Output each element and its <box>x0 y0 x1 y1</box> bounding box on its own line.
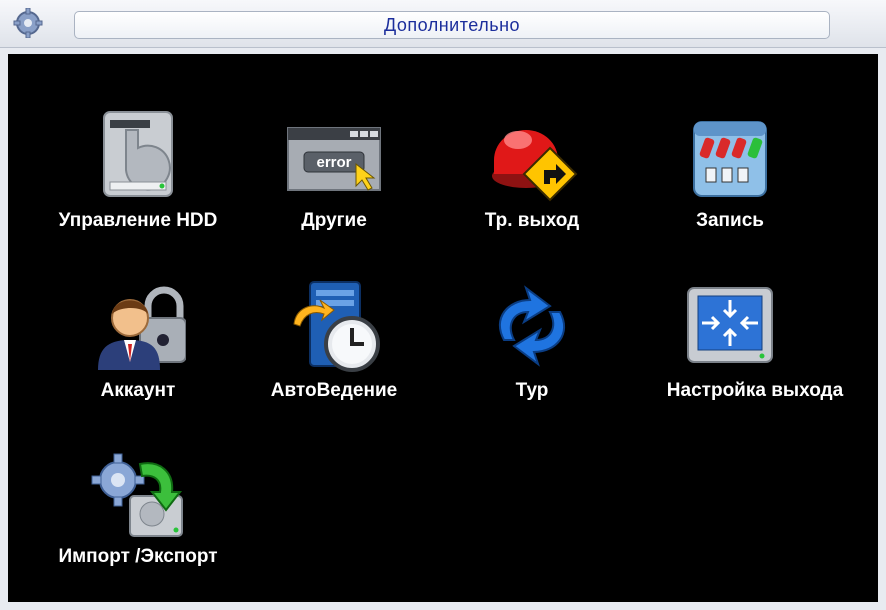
menu-item-hdd-management[interactable]: Управление HDD <box>38 108 238 248</box>
menu-item-label: Тур <box>515 380 549 401</box>
gear-settings-icon <box>13 8 43 38</box>
menu-item-other[interactable]: error Другие <box>234 108 434 248</box>
menu-item-tour[interactable]: Тур <box>432 278 632 418</box>
output-adjust-monitor-icon <box>687 287 773 363</box>
menu-item-record[interactable]: Запись <box>630 108 830 248</box>
menu-item-label: Импорт /Экспорт <box>58 546 218 567</box>
advanced-menu-window: Дополнительно Управление HDD error Други… <box>0 0 886 610</box>
menu-item-label: Настройка выхода <box>666 380 844 401</box>
account-lock-icon <box>98 286 186 370</box>
menu-item-label: Запись <box>696 210 764 231</box>
menu-item-account[interactable]: Аккаунт <box>38 278 238 418</box>
hard-drive-icon <box>103 111 173 197</box>
menu-item-output-adjust[interactable]: Настройка выхода <box>630 278 843 418</box>
import-export-icon <box>91 453 183 537</box>
menu-panel: Управление HDD error Другие Тр. выход За… <box>8 54 878 602</box>
tour-rotate-icon <box>498 285 566 367</box>
alarm-output-icon <box>492 130 578 202</box>
title-bar: Дополнительно <box>0 0 886 48</box>
window-title: Дополнительно <box>74 11 830 39</box>
menu-item-alarm-output[interactable]: Тр. выход <box>432 108 632 248</box>
svg-text:error: error <box>316 154 351 171</box>
record-control-icon <box>693 121 767 197</box>
error-window-icon: error <box>287 127 381 191</box>
auto-maintain-clock-icon <box>293 281 380 372</box>
menu-item-auto-maintain[interactable]: АвтоВедение <box>234 278 434 418</box>
menu-item-import-export[interactable]: Импорт /Экспорт <box>38 444 238 584</box>
